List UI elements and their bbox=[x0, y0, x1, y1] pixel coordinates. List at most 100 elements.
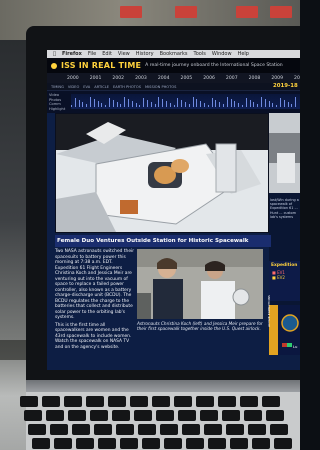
timeline-tick bbox=[257, 104, 259, 107]
keyboard-key[interactable] bbox=[182, 424, 200, 435]
timeline[interactable]: Video Photos Comm Highlight 2019-18 bbox=[47, 83, 300, 113]
year-link[interactable]: 2009 bbox=[271, 76, 283, 81]
year-link[interactable]: 2000 bbox=[67, 76, 79, 81]
year-link[interactable]: 2008 bbox=[249, 76, 261, 81]
timeline-tick bbox=[86, 104, 88, 107]
keyboard-key[interactable] bbox=[160, 424, 178, 435]
keyboard-key[interactable] bbox=[86, 396, 104, 407]
keyboard-key[interactable] bbox=[178, 410, 196, 421]
article-headline[interactable]: Female Duo Ventures Outside Station for … bbox=[55, 235, 271, 247]
keyboard-key[interactable] bbox=[274, 438, 292, 449]
keyboard-key[interactable] bbox=[46, 410, 64, 421]
current-date: 2019-18 bbox=[273, 83, 298, 89]
keyboard-key[interactable] bbox=[72, 424, 90, 435]
keyboard-key[interactable] bbox=[266, 410, 284, 421]
menu-edit[interactable]: Edit bbox=[102, 51, 112, 57]
keyboard-key[interactable] bbox=[54, 438, 72, 449]
timeline-tick bbox=[230, 99, 232, 107]
timeline-track[interactable] bbox=[71, 94, 300, 109]
keyboard-key[interactable] bbox=[138, 424, 156, 435]
keyboard-key[interactable] bbox=[134, 410, 152, 421]
article-paragraph: Two NASA astronauts switched their space… bbox=[55, 249, 135, 320]
keyboard-key[interactable] bbox=[20, 396, 38, 407]
keyboard-key[interactable] bbox=[208, 438, 226, 449]
menu-bookmarks[interactable]: Bookmarks bbox=[160, 51, 188, 57]
year-link[interactable]: 2004 bbox=[158, 76, 170, 81]
menu-app-name[interactable]: Firefox bbox=[62, 51, 82, 57]
timeline-tick bbox=[200, 101, 202, 107]
site-title[interactable]: ISS IN REAL TIME bbox=[61, 61, 141, 70]
year-link[interactable]: 2010 bbox=[294, 76, 300, 81]
nav-earth-photos[interactable]: EARTH PHOTOS bbox=[113, 85, 141, 89]
keyboard-key[interactable] bbox=[230, 438, 248, 449]
keyboard-key[interactable] bbox=[164, 438, 182, 449]
timeline-tick bbox=[71, 105, 72, 107]
menu-window[interactable]: Window bbox=[212, 51, 232, 57]
nav-video[interactable]: VIDEO bbox=[68, 85, 79, 89]
timeline-tick bbox=[283, 100, 285, 107]
keyboard-key[interactable] bbox=[252, 438, 270, 449]
menu-view[interactable]: View bbox=[118, 51, 130, 57]
keyboard-key[interactable] bbox=[270, 424, 288, 435]
keyboard-key[interactable] bbox=[200, 410, 218, 421]
keyboard-key[interactable] bbox=[116, 424, 134, 435]
eva-label: EV2 bbox=[277, 275, 285, 280]
keyboard-key[interactable] bbox=[218, 396, 236, 407]
keyboard-key[interactable] bbox=[68, 410, 86, 421]
timeline-tick bbox=[280, 98, 281, 107]
keyboard-key[interactable] bbox=[240, 396, 258, 407]
keyboard-key[interactable] bbox=[64, 396, 82, 407]
year-link[interactable]: 2006 bbox=[203, 76, 215, 81]
keyboard-key[interactable] bbox=[90, 410, 108, 421]
keyboard-key[interactable] bbox=[120, 438, 138, 449]
keyboard-key[interactable] bbox=[226, 424, 244, 435]
keyboard-key[interactable] bbox=[262, 396, 280, 407]
year-link[interactable]: 2005 bbox=[181, 76, 193, 81]
keyboard-key[interactable] bbox=[174, 396, 192, 407]
nav-article[interactable]: ARTICLE bbox=[94, 85, 109, 89]
nav-eva[interactable]: EVA bbox=[83, 85, 90, 89]
menu-history[interactable]: History bbox=[136, 51, 154, 57]
timeline-tick bbox=[245, 98, 247, 107]
video-feed[interactable] bbox=[55, 113, 269, 233]
year-link[interactable]: 2007 bbox=[226, 76, 238, 81]
nav-timing[interactable]: TIMING bbox=[51, 85, 64, 89]
keyboard-key[interactable] bbox=[186, 438, 204, 449]
keyboard-key[interactable] bbox=[112, 410, 130, 421]
article-photo[interactable] bbox=[137, 249, 263, 319]
year-link[interactable]: 2001 bbox=[90, 76, 102, 81]
eva-row: ■ EV2 bbox=[272, 275, 285, 280]
timeline-tick bbox=[196, 99, 198, 107]
keyboard-key[interactable] bbox=[204, 424, 222, 435]
menu-tools[interactable]: Tools bbox=[194, 51, 206, 57]
keyboard-key[interactable] bbox=[76, 438, 94, 449]
timeline-tick bbox=[74, 98, 76, 107]
keyboard-key[interactable] bbox=[42, 396, 60, 407]
menu-file[interactable]: File bbox=[88, 51, 96, 57]
keyboard-key[interactable] bbox=[32, 438, 50, 449]
keyboard-key[interactable] bbox=[142, 438, 160, 449]
keyboard-key[interactable] bbox=[248, 424, 266, 435]
year-link[interactable]: 2003 bbox=[135, 76, 147, 81]
keyboard-key[interactable] bbox=[152, 396, 170, 407]
year-link[interactable]: 2002 bbox=[112, 76, 124, 81]
keyboard-key[interactable] bbox=[28, 424, 46, 435]
apple-icon[interactable]:  bbox=[53, 51, 56, 57]
timeline-tick bbox=[166, 101, 167, 107]
keyboard-key[interactable] bbox=[50, 424, 68, 435]
keyboard-key[interactable] bbox=[98, 438, 116, 449]
keyboard-key[interactable] bbox=[196, 396, 214, 407]
keyboard-key[interactable] bbox=[244, 410, 262, 421]
timeline-tick bbox=[128, 99, 129, 107]
red-box bbox=[175, 6, 197, 18]
keyboard-key[interactable] bbox=[156, 410, 174, 421]
keyboard-key[interactable] bbox=[94, 424, 112, 435]
menu-help[interactable]: Help bbox=[238, 51, 249, 57]
spacewalk-video-image bbox=[56, 114, 268, 232]
keyboard-key[interactable] bbox=[24, 410, 42, 421]
keyboard-key[interactable] bbox=[108, 396, 126, 407]
keyboard-key[interactable] bbox=[130, 396, 148, 407]
iss-logo-icon bbox=[51, 62, 57, 69]
nav-mission-photos[interactable]: MISSION PHOTOS bbox=[145, 85, 176, 89]
keyboard-key[interactable] bbox=[222, 410, 240, 421]
